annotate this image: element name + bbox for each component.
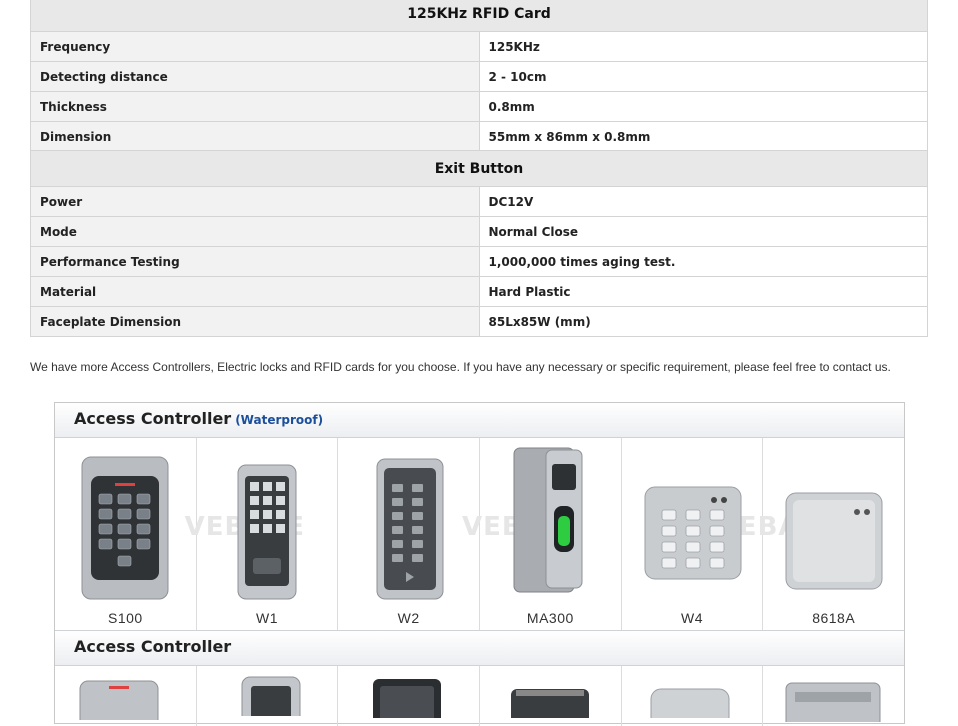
product-card-8618a[interactable]: 8618A (763, 438, 904, 630)
card-reader-icon (785, 492, 883, 590)
square-keypad-icon (644, 486, 742, 580)
spec-key: Thickness (30, 91, 480, 122)
table-title: Exit Button (30, 150, 928, 187)
spec-key: Dimension (30, 121, 480, 152)
contact-note: We have more Access Controllers, Electri… (30, 360, 891, 374)
product-card-w4[interactable]: VEBASE W4 (622, 438, 837, 630)
spec-key: Mode (30, 216, 480, 247)
table-row: Mode Normal Close (30, 216, 928, 247)
spec-value: Normal Close (478, 216, 928, 247)
product-card[interactable] (55, 666, 197, 726)
table-row: Detecting distance 2 - 10cm (30, 61, 928, 92)
table-row: Faceplate Dimension 85Lx85W (mm) (30, 306, 928, 337)
table-row: Material Hard Plastic (30, 276, 928, 307)
table-row: Thickness 0.8mm (30, 91, 928, 122)
product-card[interactable] (763, 666, 904, 726)
section-subtitle: (Waterproof) (235, 413, 324, 427)
controller-device-icon (511, 689, 590, 718)
spec-key: Faceplate Dimension (30, 306, 480, 337)
section-header-waterproof: Access Controller (Waterproof) (55, 403, 904, 438)
controller-device-icon (650, 688, 730, 718)
narrow-keypad-icon (237, 464, 297, 600)
spec-value: 0.8mm (478, 91, 928, 122)
controller-device-icon (373, 679, 442, 718)
section-header-access-controller: Access Controller (55, 630, 904, 666)
product-name: W4 (681, 610, 704, 626)
rfid-card-spec-table: 125KHz RFID Card Frequency 125KHz Detecti… (30, 0, 928, 152)
product-row: S100 VEBASE W1 (55, 438, 904, 630)
section-title: Access Controller (Waterproof) (74, 409, 323, 428)
product-name: MA300 (526, 610, 574, 626)
spec-value: 55mm x 86mm x 0.8mm (478, 121, 928, 152)
section-title: Access Controller (74, 637, 232, 656)
product-name: 8618A (812, 610, 856, 626)
controller-device-icon (241, 676, 301, 716)
spec-value: 1,000,000 times aging test. (478, 246, 928, 277)
product-card-w1[interactable]: VEBASE W1 (185, 438, 339, 630)
fingerprint-reader-icon (513, 447, 583, 593)
spec-value: Hard Plastic (478, 276, 928, 307)
spec-key: Power (30, 186, 480, 217)
controller-device-icon (785, 682, 881, 722)
product-card-ma300[interactable]: VEBASE MA300 (462, 438, 622, 630)
table-row: Performance Testing 1,000,000 times aging… (30, 246, 928, 277)
product-name: W1 (256, 610, 278, 626)
table-row: Frequency 125KHz (30, 31, 928, 62)
spec-key: Detecting distance (30, 61, 480, 92)
product-card-s100[interactable]: S100 (55, 438, 197, 630)
spec-value: 125KHz (478, 31, 928, 62)
spec-value: 2 - 10cm (478, 61, 928, 92)
product-card[interactable] (338, 666, 481, 726)
product-name: W2 (397, 610, 420, 626)
keypad-reader-icon (376, 458, 444, 600)
spec-value: 85Lx85W (mm) (478, 306, 928, 337)
table-row: Power DC12V (30, 186, 928, 217)
product-name: S100 (107, 610, 143, 626)
product-row (55, 666, 904, 726)
table-row: Dimension 55mm x 86mm x 0.8mm (30, 121, 928, 152)
product-card[interactable] (197, 666, 339, 726)
spec-key: Frequency (30, 31, 480, 62)
table-title: 125KHz RFID Card (30, 0, 928, 32)
product-panel: Access Controller(Waterproof) S100 VEBAS… (54, 402, 905, 726)
product-card-w2[interactable]: W2 (338, 438, 481, 630)
product-card[interactable] (480, 666, 622, 726)
section-title-text: Access Controller (74, 409, 232, 428)
keypad-controller-icon (81, 456, 169, 600)
spec-key: Performance Testing (30, 246, 480, 277)
controller-device-icon (79, 680, 159, 720)
product-card[interactable] (622, 666, 764, 726)
spec-value: DC12V (478, 186, 928, 217)
exit-button-spec-table: Exit Button Power DC12V Mode Normal Close … (30, 150, 928, 337)
spec-key: Material (30, 276, 480, 307)
